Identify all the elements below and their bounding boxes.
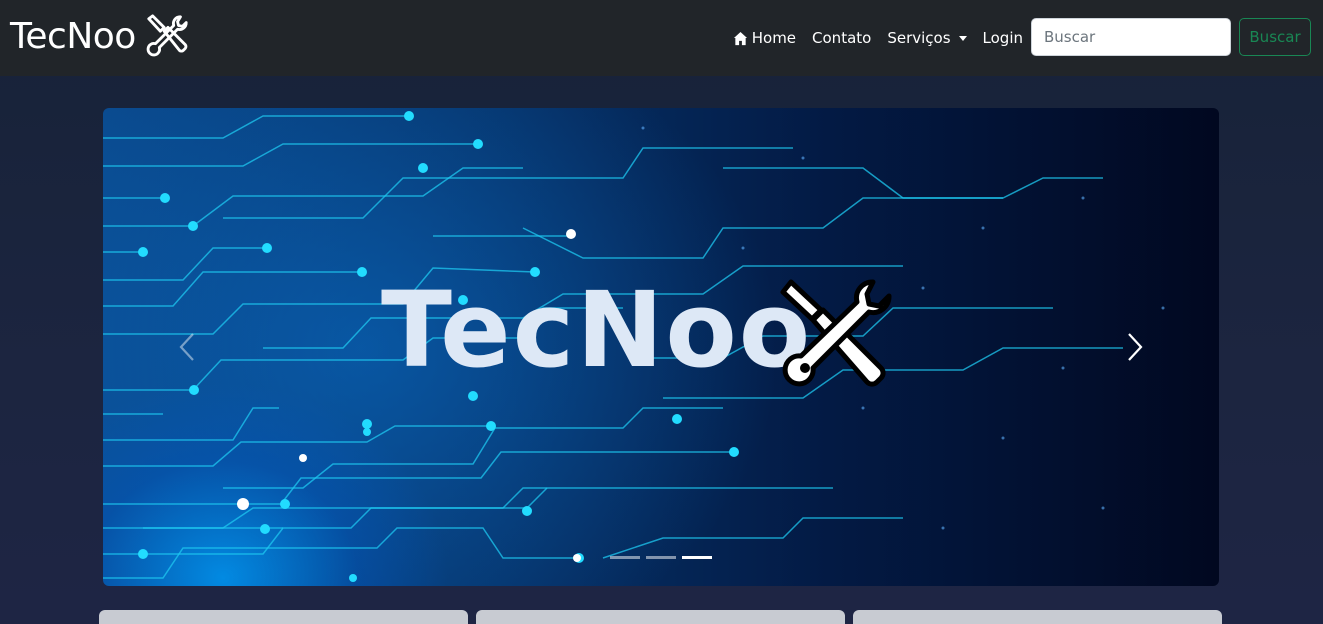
navbar: TecNoo Home Contato Serviços Login Busca… (0, 0, 1323, 76)
hero-carousel: TecNoo (103, 108, 1219, 586)
nav-contato-label: Contato (812, 29, 872, 47)
hero-title: TecNoo (381, 269, 813, 391)
nav-login[interactable]: Login (983, 29, 1023, 47)
search-input[interactable] (1031, 18, 1231, 56)
nav-home-label: Home (751, 29, 797, 47)
wrench-screwdriver-icon (780, 279, 892, 387)
service-card (99, 610, 468, 624)
chevron-left-icon (179, 333, 194, 361)
carousel-next-button[interactable] (1115, 322, 1155, 372)
nav-login-label: Login (982, 29, 1023, 47)
wrench-screwdriver-icon (146, 14, 188, 57)
brand-name: TecNoo (10, 15, 136, 57)
brand-link[interactable]: TecNoo (10, 12, 190, 60)
chevron-right-icon (1128, 333, 1143, 361)
service-card (476, 610, 845, 624)
nav-home[interactable]: Home (733, 29, 796, 47)
carousel-indicators (610, 556, 712, 562)
search-button[interactable]: Buscar (1239, 18, 1311, 56)
carousel-indicator[interactable] (646, 556, 676, 559)
home-icon (733, 31, 747, 45)
carousel-prev-button[interactable] (167, 322, 207, 372)
service-card (853, 610, 1222, 624)
carousel-indicator[interactable] (610, 556, 640, 559)
nav-links: Home Contato Serviços Login (733, 24, 1023, 52)
caret-down-icon (958, 35, 967, 41)
nav-servicos-label: Serviços (887, 29, 951, 47)
nav-contato[interactable]: Contato (812, 29, 871, 47)
nav-servicos-dropdown[interactable]: Serviços (887, 29, 967, 47)
carousel-indicator-active[interactable] (682, 556, 712, 559)
